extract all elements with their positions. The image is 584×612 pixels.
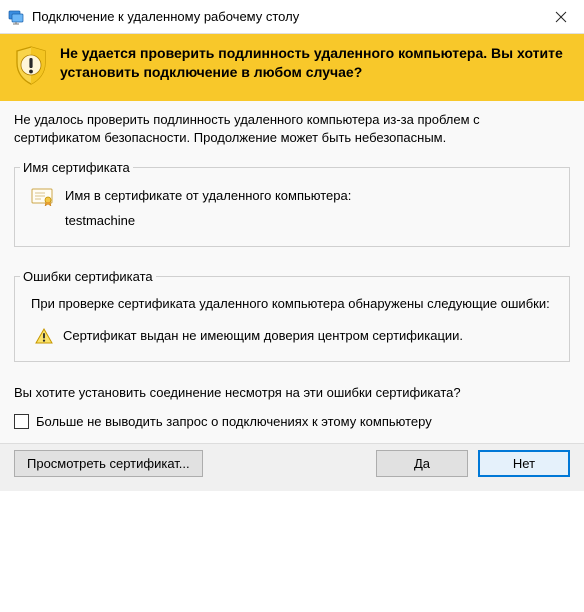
cert-group-title: Имя сертификата [20,160,133,175]
error-text: Сертификат выдан не имеющим доверия цент… [63,327,463,345]
shield-warning-icon [14,46,48,89]
cert-name-label: Имя в сертификате от удаленного компьюте… [65,186,351,207]
close-icon [555,11,567,23]
rdp-app-icon [8,9,24,25]
warning-banner: Не удается проверить подлинность удаленн… [0,34,584,101]
window-title: Подключение к удаленному рабочему столу [32,9,538,24]
error-item: Сертификат выдан не имеющим доверия цент… [31,327,553,347]
close-button[interactable] [538,0,584,33]
errors-intro: При проверке сертификата удаленного комп… [31,295,553,313]
cert-name-value: testmachine [65,211,351,232]
button-row: Просмотреть сертификат... Да Нет [0,443,584,491]
cert-name-group: Имя в сертификате от удаленного компьюте… [14,167,570,247]
errors-group-title: Ошибки сертификата [20,269,156,284]
warning-triangle-icon [35,328,53,347]
connection-prompt: Вы хотите установить соединение несмотря… [0,380,584,412]
yes-button[interactable]: Да [376,450,468,477]
certificate-icon [31,188,53,209]
dont-ask-row[interactable]: Больше не выводить запрос о подключениях… [0,412,584,443]
dont-ask-label: Больше не выводить запрос о подключениях… [36,414,432,429]
window-titlebar: Подключение к удаленному рабочему столу [0,0,584,34]
banner-text: Не удается проверить подлинность удаленн… [60,44,570,82]
cert-errors-group: При проверке сертификата удаленного комп… [14,276,570,362]
dont-ask-checkbox[interactable] [14,414,29,429]
explanation-text: Не удалось проверить подлинность удаленн… [14,111,570,146]
no-button[interactable]: Нет [478,450,570,477]
view-certificate-button[interactable]: Просмотреть сертификат... [14,450,203,477]
